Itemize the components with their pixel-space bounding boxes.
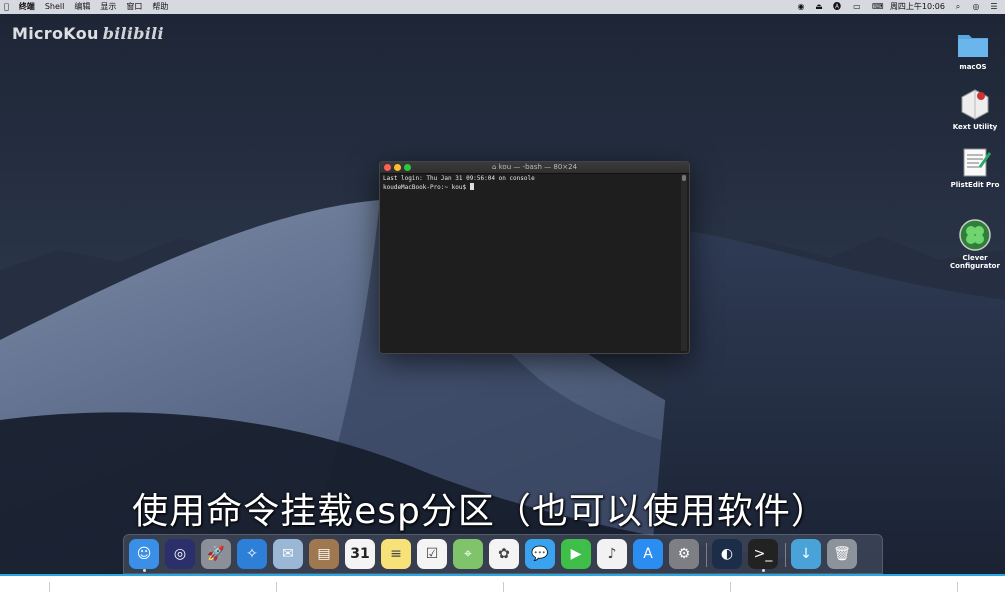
gear-icon: ⚙: [677, 546, 691, 562]
eject-icon[interactable]: ⏏: [814, 2, 824, 12]
dock-app-downloads[interactable]: ↓: [791, 539, 821, 569]
dock-app-finder[interactable]: ☺: [129, 539, 159, 569]
desktop-icon-plistedit[interactable]: PlistEdit Pro: [943, 146, 1005, 189]
timeline-tick: [503, 582, 504, 592]
video-subtitle: 使用命令挂载esp分区（也可以使用软件）: [132, 491, 828, 532]
rocket-icon: 🚀: [207, 546, 225, 562]
dock-app-hackintosh-tool[interactable]: ◐: [712, 539, 742, 569]
dock-app-itunes[interactable]: ♪: [597, 539, 627, 569]
desktop[interactable]:  终端 Shell 编辑 显示 窗口 帮助 ◉ ⏏ 🅐 ▭ ⌨ 周四上午10:…: [0, 0, 1005, 574]
desktop-icon-label: PlistEdit Pro: [950, 181, 1000, 189]
watermark-brand: MicroKou: [12, 24, 99, 43]
dock-app-notes[interactable]: ≡: [381, 539, 411, 569]
app-store-icon: A: [643, 546, 653, 562]
dock-app-terminal[interactable]: >_: [748, 539, 778, 569]
watermark: MicroKou bilibili: [12, 24, 164, 43]
notes-icon: ≡: [390, 546, 402, 562]
menubar-clock[interactable]: 周四上午10:06: [890, 0, 945, 14]
terminal-line: Last login: Thu Jan 31 09:56:04 on conso…: [383, 175, 535, 182]
facetime-icon: ▶: [570, 546, 582, 562]
keyboard-icon[interactable]: ⌨: [872, 2, 884, 12]
menu-edit[interactable]: 编辑: [74, 0, 90, 14]
timeline-tick: [730, 582, 731, 592]
running-indicator: [142, 569, 146, 572]
record-icon[interactable]: ◉: [796, 2, 806, 12]
terminal-window[interactable]: ⌂ kou — -bash — 80×24 Last login: Thu Ja…: [379, 161, 690, 354]
dock-app-calendar[interactable]: 31: [345, 539, 375, 569]
terminal-scrollbar[interactable]: [681, 174, 687, 351]
bilibili-logo: bilibili: [102, 24, 164, 43]
reminders-icon: ☑: [425, 546, 439, 562]
timeline-tick: [49, 582, 50, 592]
timeline-tick: [957, 582, 958, 592]
dock-app-trash[interactable]: 🗑: [827, 539, 857, 569]
siri-icon: ◎: [173, 546, 187, 562]
dock-separator: [706, 543, 707, 567]
menu-window[interactable]: 窗口: [126, 0, 142, 14]
dock-app-reminders[interactable]: ☑: [417, 539, 447, 569]
dock-app-photos[interactable]: ✿: [489, 539, 519, 569]
kext-utility-icon: [959, 88, 991, 120]
dock-app-messages[interactable]: 💬: [525, 539, 555, 569]
timeline-tick: [276, 582, 277, 592]
contacts-icon: ▤: [317, 546, 331, 562]
dock: ☺ ◎ 🚀 ✧ ✉ ▤ 31 ≡ ☑ ⌖ ✿ 💬 ▶ ♪ A ⚙ ◐ >_ ↓ 🗑: [123, 534, 883, 574]
siri-icon[interactable]: ◎: [971, 2, 981, 12]
desktop-icon-label: Clever Configurator: [950, 254, 1000, 270]
running-indicator: [761, 569, 765, 572]
menu-shell[interactable]: Shell: [45, 0, 65, 14]
scrollbar-thumb[interactable]: [682, 175, 686, 181]
mail-icon: ✉: [282, 546, 294, 562]
menu-help[interactable]: 帮助: [152, 0, 168, 14]
messages-icon: 💬: [531, 546, 549, 562]
desktop-icon-macos[interactable]: macOS: [941, 28, 1005, 71]
finder-icon: ☺: [136, 546, 152, 562]
folder-icon: [957, 28, 989, 60]
dock-app-app-store[interactable]: A: [633, 539, 663, 569]
dock-app-mail[interactable]: ✉: [273, 539, 303, 569]
terminal-title-text: kou — -bash — 80×24: [498, 163, 578, 171]
dock-app-maps[interactable]: ⌖: [453, 539, 483, 569]
battery-icon[interactable]: ▭: [850, 2, 864, 12]
terminal-prompt: koudeMacBook-Pro:~ kou$: [383, 184, 470, 191]
terminal-titlebar[interactable]: ⌂ kou — -bash — 80×24: [380, 162, 689, 174]
apple-menu-icon[interactable]: : [4, 0, 9, 14]
plistedit-icon: [959, 146, 991, 178]
dock-app-facetime[interactable]: ▶: [561, 539, 591, 569]
trash-icon: 🗑: [833, 546, 851, 562]
terminal-prompt-line: koudeMacBook-Pro:~ kou$: [383, 183, 679, 192]
calendar-icon: 31: [350, 546, 370, 562]
photos-icon: ✿: [498, 546, 510, 562]
dock-app-launchpad[interactable]: 🚀: [201, 539, 231, 569]
home-icon: ⌂: [491, 163, 499, 171]
dock-separator: [785, 543, 786, 567]
text-cursor: [469, 183, 474, 190]
menu-terminal[interactable]: 终端: [19, 0, 35, 14]
downloads-folder-icon: ↓: [800, 546, 812, 562]
maps-icon: ⌖: [464, 546, 472, 562]
dock-app-safari[interactable]: ✧: [237, 539, 267, 569]
input-source-icon[interactable]: 🅐: [832, 2, 842, 12]
menu-view[interactable]: 显示: [100, 0, 116, 14]
desktop-icon-clover[interactable]: Clever Configurator: [943, 203, 1005, 278]
terminal-output[interactable]: Last login: Thu Jan 31 09:56:04 on conso…: [383, 175, 679, 351]
terminal-title: ⌂ kou — -bash — 80×24: [380, 162, 689, 173]
desktop-icon-label: macOS: [959, 63, 987, 71]
menu-list-icon[interactable]: ☰: [989, 2, 999, 12]
terminal-icon: >_: [753, 546, 773, 562]
video-timeline-strip: [0, 576, 1005, 592]
safari-icon: ✧: [246, 546, 258, 562]
search-icon[interactable]: ⌕: [953, 2, 963, 12]
clover-icon: [959, 211, 991, 251]
dock-app-system-preferences[interactable]: ⚙: [669, 539, 699, 569]
dock-app-siri[interactable]: ◎: [165, 539, 195, 569]
menu-bar:  终端 Shell 编辑 显示 窗口 帮助 ◉ ⏏ 🅐 ▭ ⌨ 周四上午10:…: [0, 0, 1005, 14]
dock-app-contacts[interactable]: ▤: [309, 539, 339, 569]
desktop-icon-kext-utility[interactable]: Kext Utility: [943, 88, 1005, 131]
desktop-icon-label: Kext Utility: [952, 123, 998, 131]
itunes-icon: ♪: [607, 546, 617, 562]
swirl-icon: ◐: [720, 546, 734, 562]
